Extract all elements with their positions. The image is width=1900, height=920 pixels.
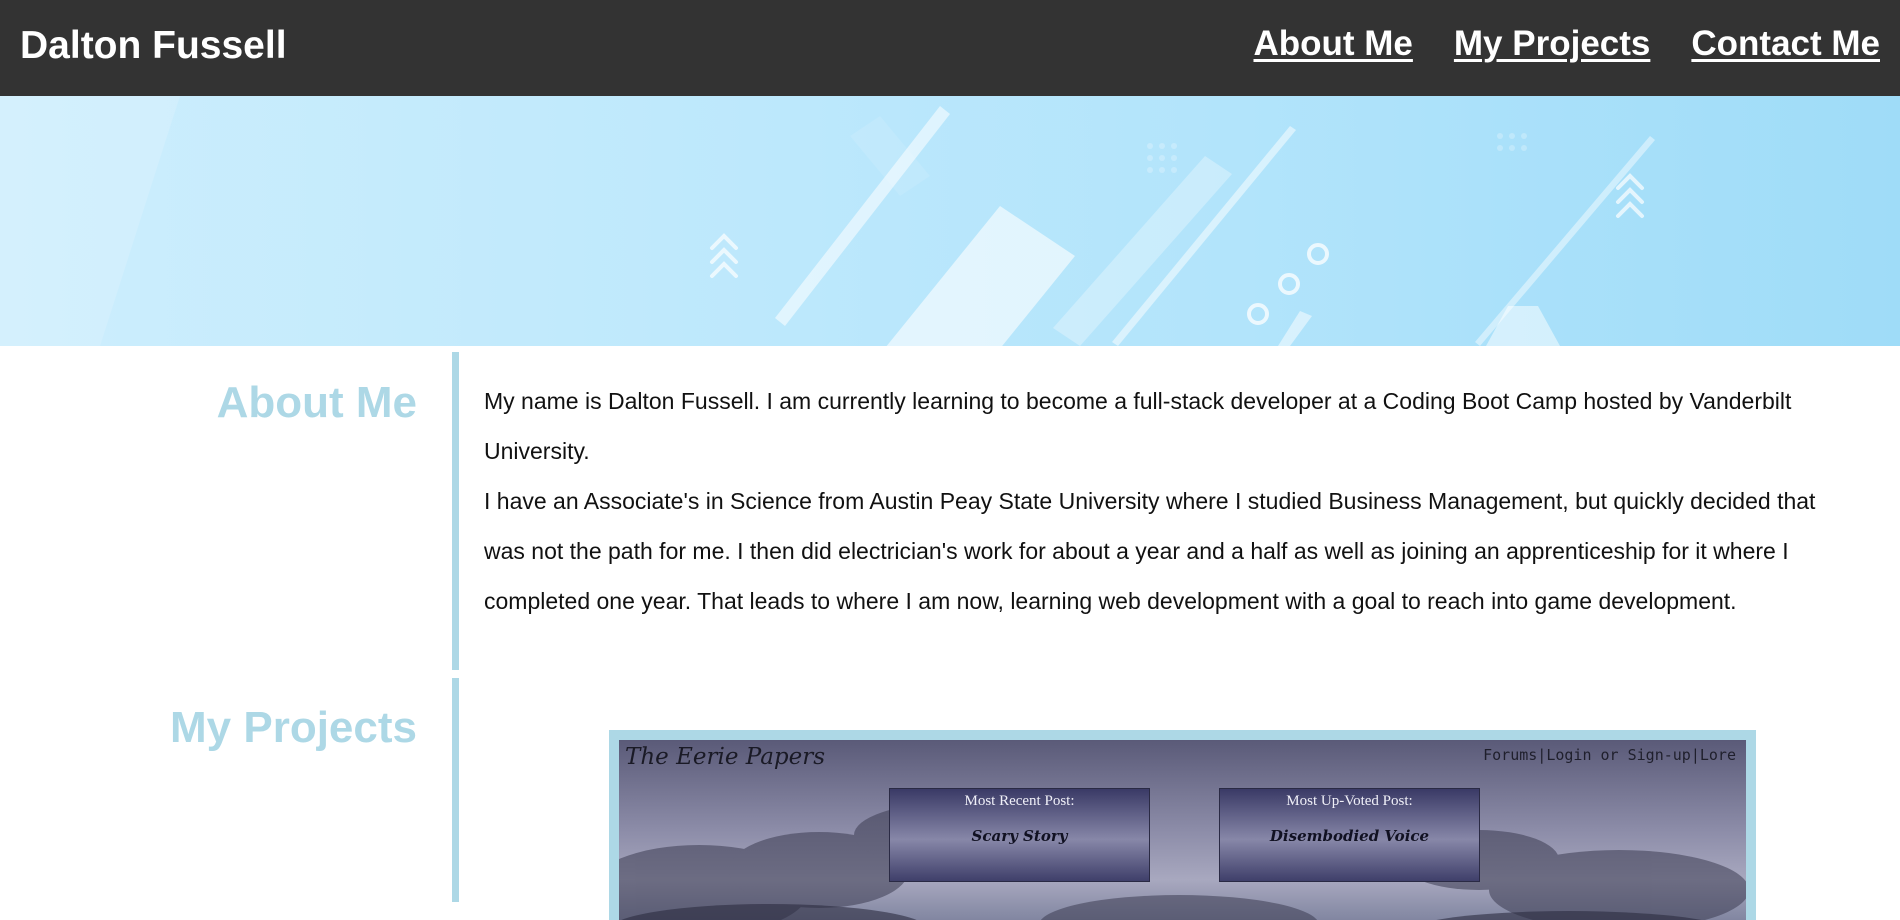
about-paragraph-2: I have an Associate's in Science from Au… xyxy=(484,488,1816,614)
site-title: Dalton Fussell xyxy=(20,24,287,67)
section-title-my-projects: My Projects xyxy=(170,703,417,752)
recent-post-title: Scary Story xyxy=(971,827,1068,845)
upvoted-post-title: Disembodied Voice xyxy=(1269,827,1430,845)
main-nav: About Me My Projects Contact Me xyxy=(1253,24,1880,64)
section-divider-projects xyxy=(452,678,459,902)
project-recent-post-card: Most Recent Post: Scary Story xyxy=(889,788,1150,882)
nav-link-my-projects[interactable]: My Projects xyxy=(1454,24,1650,64)
project-site-title: The Eerie Papers xyxy=(625,744,826,770)
hero-banner xyxy=(0,96,1900,346)
about-me-text: My name is Dalton Fussell. I am currentl… xyxy=(484,376,1844,626)
section-title-about-me: About Me xyxy=(216,378,417,427)
project-screenshot: The Eerie Papers Forums|Login or Sign-up… xyxy=(619,740,1746,920)
upvoted-post-heading: Most Up-Voted Post: xyxy=(1286,793,1413,809)
section-divider-about xyxy=(452,352,459,670)
project-upvoted-post-card: Most Up-Voted Post: Disembodied Voice xyxy=(1219,788,1480,882)
nav-link-about-me[interactable]: About Me xyxy=(1253,24,1412,64)
project-site-nav: Forums|Login or Sign-up|Lore xyxy=(1483,746,1736,764)
project-card-eerie-papers[interactable]: The Eerie Papers Forums|Login or Sign-up… xyxy=(609,730,1756,920)
nav-link-contact-me[interactable]: Contact Me xyxy=(1691,24,1880,64)
site-header: Dalton Fussell About Me My Projects Cont… xyxy=(0,0,1900,96)
recent-post-heading: Most Recent Post: xyxy=(964,793,1075,809)
about-paragraph-1: My name is Dalton Fussell. I am currentl… xyxy=(484,388,1792,464)
hero-pattern xyxy=(0,96,1655,346)
